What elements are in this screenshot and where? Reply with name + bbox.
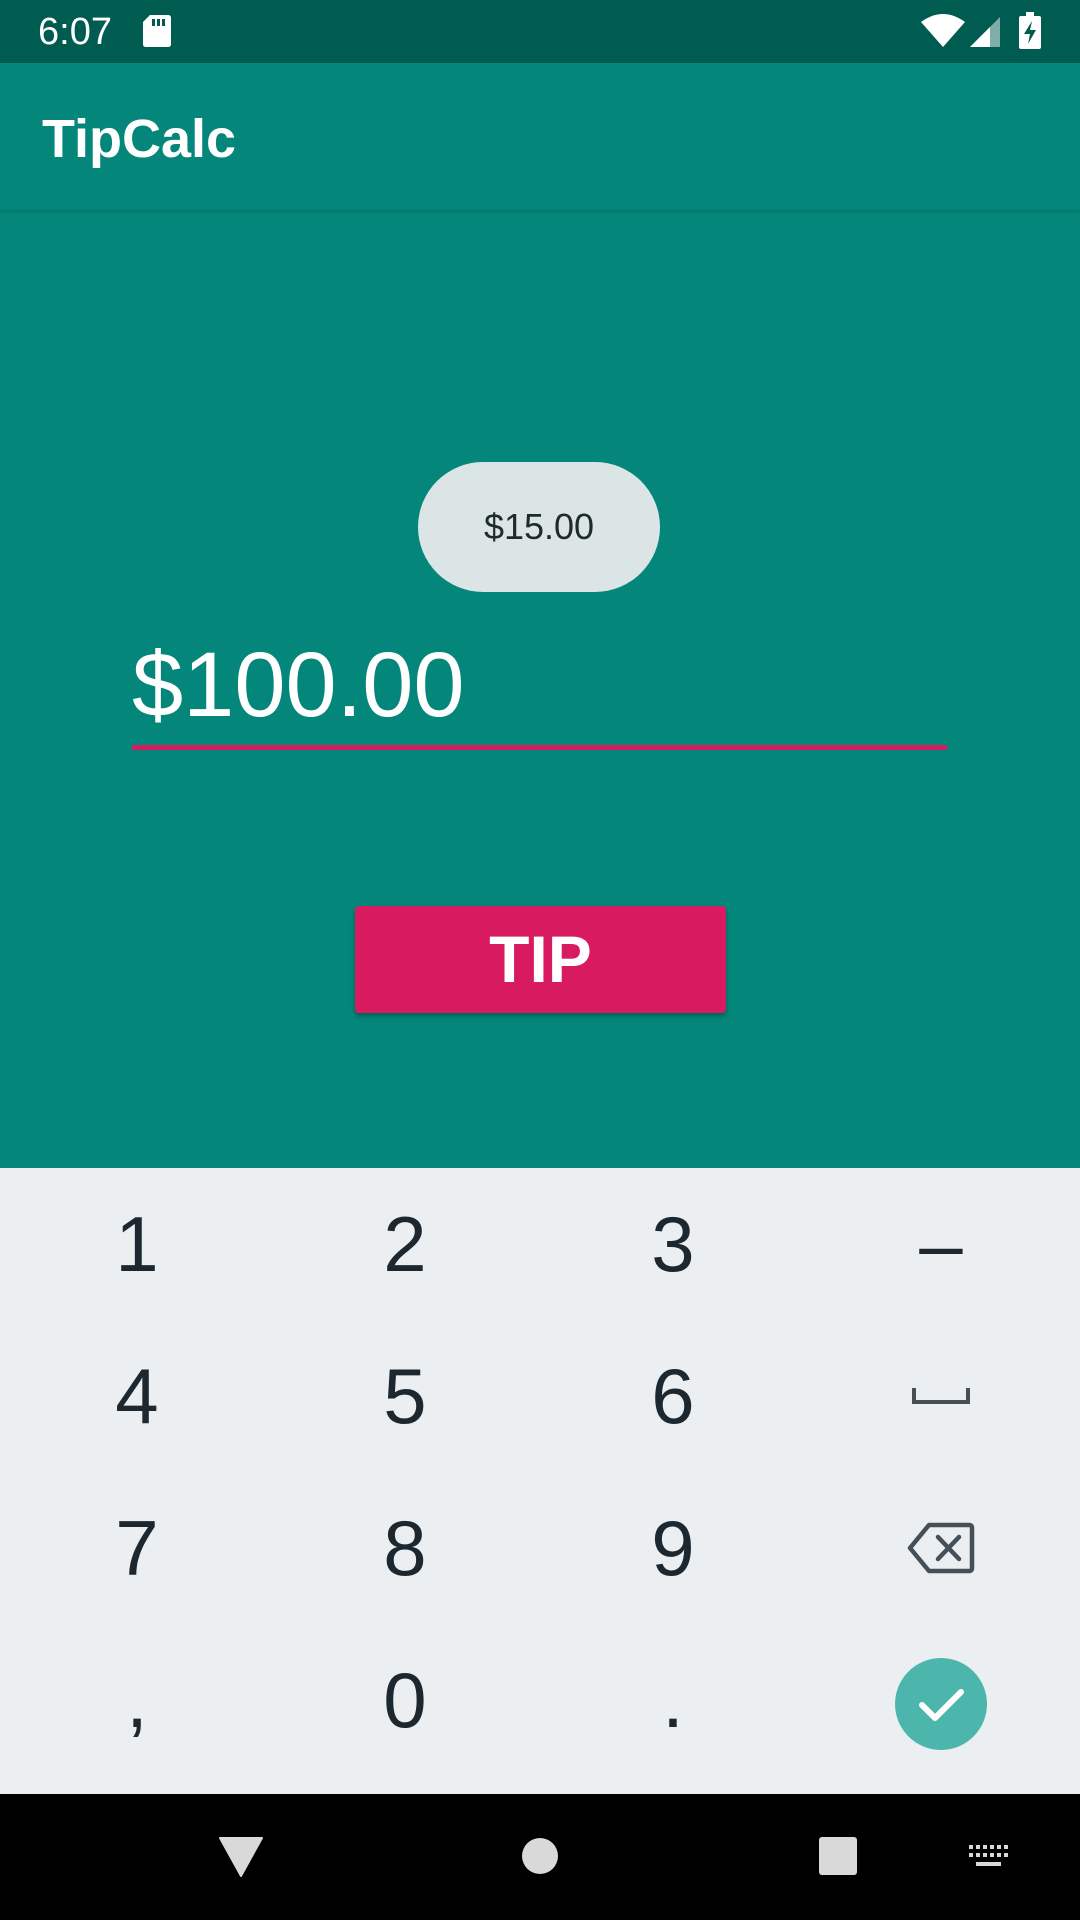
key-minus[interactable]: – xyxy=(807,1168,1075,1320)
key-comma[interactable]: , xyxy=(3,1624,271,1776)
done-key[interactable] xyxy=(895,1658,987,1750)
tip-result-chip: $15.00 xyxy=(418,462,660,592)
recents-icon[interactable] xyxy=(818,1836,858,1876)
wifi-icon xyxy=(921,14,965,47)
key-4[interactable]: 4 xyxy=(3,1320,271,1472)
key-5[interactable]: 5 xyxy=(271,1320,539,1472)
sd-card-icon xyxy=(143,15,171,47)
tip-button[interactable]: TIP xyxy=(355,906,726,1013)
space-key-icon xyxy=(912,1388,970,1404)
home-icon[interactable] xyxy=(520,1836,560,1876)
app-bar: TipCalc xyxy=(0,63,1080,210)
key-2[interactable]: 2 xyxy=(271,1168,539,1320)
app-title: TipCalc xyxy=(42,109,237,169)
key-9[interactable]: 9 xyxy=(539,1472,807,1624)
key-0[interactable]: 0 xyxy=(271,1624,539,1776)
status-bar: 6:07 xyxy=(0,0,1080,63)
amount-input[interactable] xyxy=(132,625,947,750)
key-space[interactable] xyxy=(807,1320,1075,1472)
key-1[interactable]: 1 xyxy=(3,1168,271,1320)
back-icon[interactable] xyxy=(218,1836,264,1878)
key-3[interactable]: 3 xyxy=(539,1168,807,1320)
key-6[interactable]: 6 xyxy=(539,1320,807,1472)
key-8[interactable]: 8 xyxy=(271,1472,539,1624)
battery-charging-icon xyxy=(1019,12,1041,49)
numeric-keyboard: 1 2 3 – 4 5 6 7 8 9 , 0 . xyxy=(0,1168,1080,1794)
done-check-icon xyxy=(919,1689,964,1721)
key-period[interactable]: . xyxy=(539,1624,807,1776)
key-backspace[interactable] xyxy=(807,1472,1075,1624)
navigation-bar xyxy=(0,1794,1080,1920)
key-7[interactable]: 7 xyxy=(3,1472,271,1624)
signal-icon xyxy=(970,17,1000,47)
keyboard-switch-icon[interactable] xyxy=(968,1844,1010,1870)
backspace-icon xyxy=(907,1522,975,1574)
status-time: 6:07 xyxy=(38,11,112,53)
